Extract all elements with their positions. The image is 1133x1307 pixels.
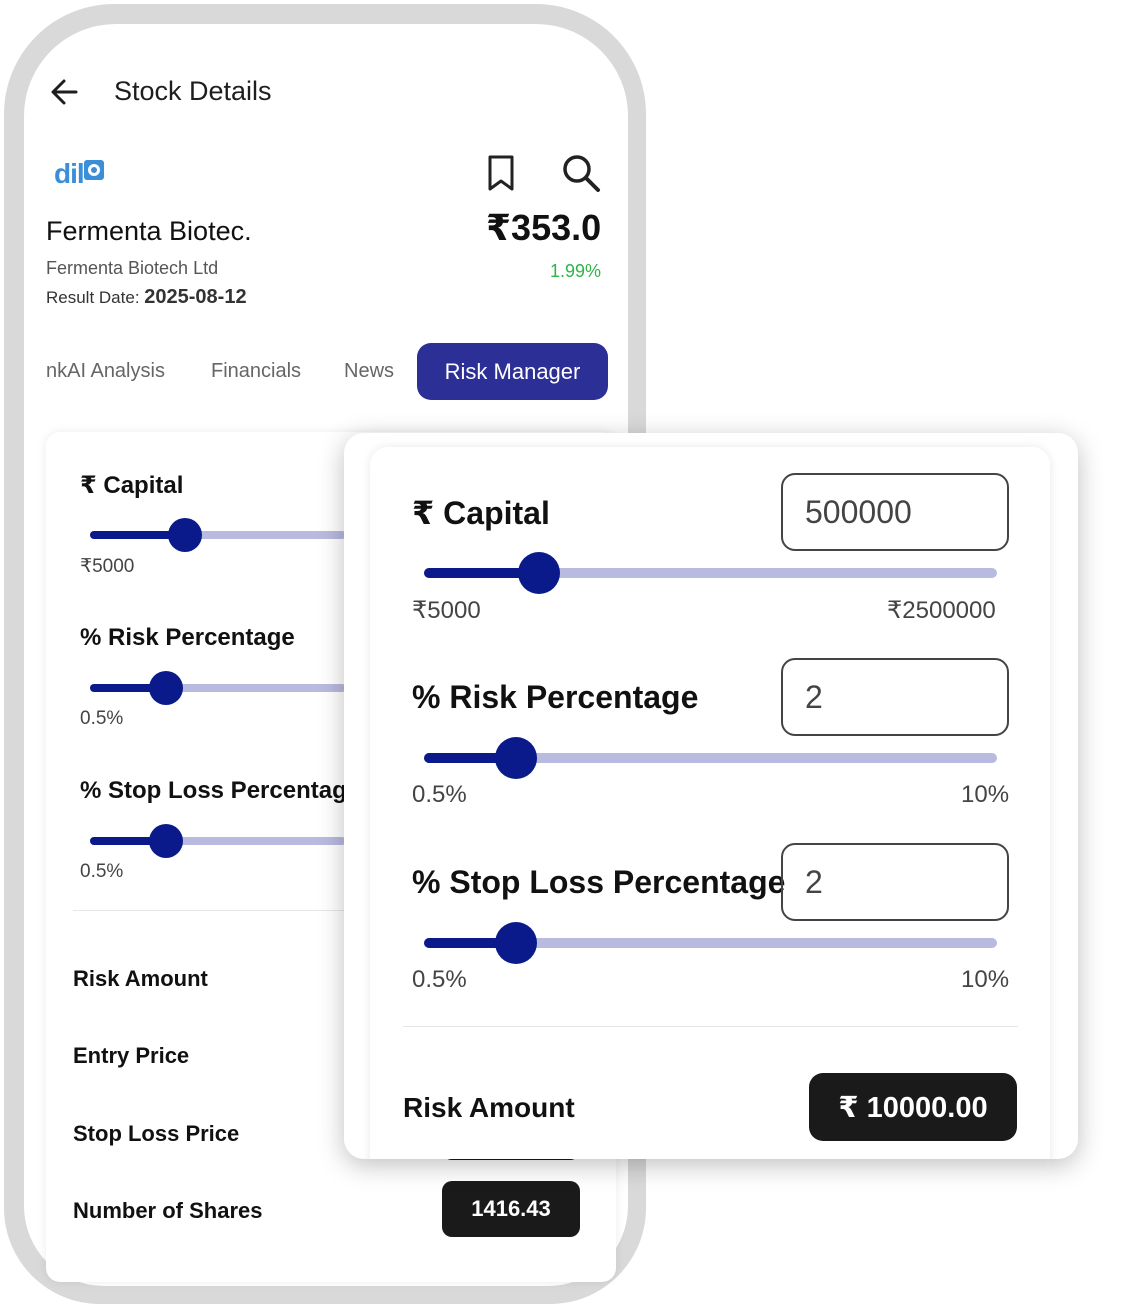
stop-loss-max-label-zoom: 10% [961,966,1010,993]
stock-name: Fermenta Biotec. [46,216,252,246]
result-date: Result Date: 2025-08-12 [46,286,247,309]
tab-financials[interactable]: Financials [211,360,301,383]
stop-loss-price-label: Stop Loss Price [73,1121,240,1146]
risk-percentage-input[interactable]: 2 [781,658,1009,736]
svg-text:dil: dil [54,158,84,189]
risk-max-label-zoom: 10% [961,781,1010,808]
stop-loss-input[interactable]: 2 [781,843,1009,921]
risk-percentage-label-zoom: % Risk Percentage [412,679,699,715]
result-date-label: Result Date: [46,288,140,307]
risk-amount-value: ₹ 10000.00 [809,1073,1017,1141]
stock-price: ₹353.0 [486,207,602,248]
capital-slider-thumb[interactable] [168,518,202,552]
capital-slider-thumb-zoom[interactable] [518,552,560,594]
risk-min-label: 0.5% [80,708,124,729]
results-divider [73,910,348,911]
stop-loss-slider-thumb-zoom[interactable] [495,922,537,964]
risk-slider-thumb[interactable] [149,671,183,705]
entry-price-label: Entry Price [73,1043,190,1068]
capital-min-label-zoom: ₹5000 [412,597,481,624]
stop-loss-min-label-zoom: 0.5% [412,966,467,993]
price-change: 1.99% [550,261,602,281]
risk-amount-label-zoom: Risk Amount [403,1092,575,1123]
company-name: Fermenta Biotech Ltd [46,258,219,278]
back-arrow-icon[interactable] [46,74,84,110]
risk-amount-label: Risk Amount [73,966,208,991]
bookmark-icon[interactable] [484,154,518,192]
risk-slider-thumb-zoom[interactable] [495,737,537,779]
search-icon[interactable] [560,152,602,194]
capital-label-zoom: ₹ Capital [412,495,550,531]
page-title: Stock Details [114,76,272,106]
capital-min-label: ₹5000 [80,556,135,577]
company-logo: dil [54,156,110,190]
stop-loss-min-label: 0.5% [80,861,124,882]
results-divider-zoom [403,1026,1018,1027]
risk-min-label-zoom: 0.5% [412,781,467,808]
capital-input[interactable]: 500000 [781,473,1009,551]
tab-risk-manager[interactable]: Risk Manager [417,343,608,400]
capital-max-label-zoom: ₹2500000 [887,597,996,624]
tab-news[interactable]: News [344,360,394,383]
risk-manager-zoom-inner [370,447,1050,1159]
number-of-shares-value: 1416.43 [442,1181,580,1237]
stop-loss-label: % Stop Loss Percentag [80,777,346,804]
number-of-shares-label: Number of Shares [73,1198,263,1223]
tab-nkai-analysis[interactable]: nkAI Analysis [46,360,165,383]
risk-percentage-label: % Risk Percentage [80,624,295,651]
capital-label: ₹ Capital [80,472,184,499]
stop-loss-slider-thumb[interactable] [149,824,183,858]
result-date-value: 2025-08-12 [144,286,247,308]
stop-loss-label-zoom: % Stop Loss Percentage [412,864,786,900]
